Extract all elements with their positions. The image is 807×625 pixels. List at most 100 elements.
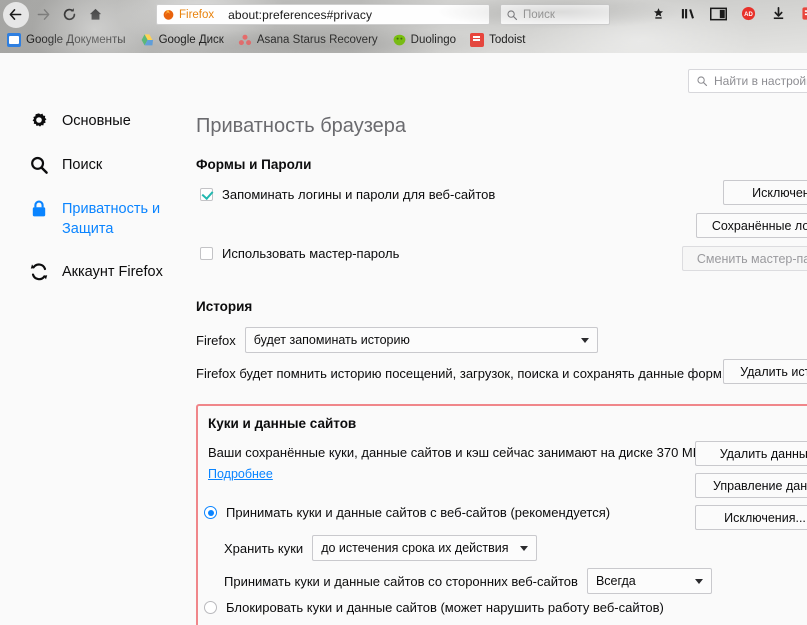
sidebar-item-privacy-security[interactable]: Приватность и Защита xyxy=(28,198,188,239)
chevron-down-icon xyxy=(520,546,529,551)
master-password-row[interactable]: Использовать мастер-пароль xyxy=(200,246,399,261)
bookmark-label: Todoist xyxy=(489,34,526,46)
sidebar-item-label: Аккаунт Firefox xyxy=(62,264,163,280)
keep-cookies-row[interactable]: Хранить куки до истечения срока их дейст… xyxy=(224,535,538,561)
asana-icon xyxy=(238,33,252,47)
bookmark-item-asana[interactable]: Asana Starus Recovery xyxy=(238,33,378,47)
chevron-down-icon xyxy=(694,579,703,584)
toolbar-search-placeholder: Поиск xyxy=(523,8,555,21)
bookmark-label: Google Документы xyxy=(26,34,126,46)
change-master-password-button: Сменить мастер-пароль... xyxy=(682,246,807,271)
cookies-exceptions-button[interactable]: Исключения... xyxy=(695,505,807,530)
third-party-cookies-select[interactable]: Всегда xyxy=(586,568,712,594)
history-description: Firefox будет помнить историю посещений,… xyxy=(196,366,726,381)
back-arrow-icon xyxy=(9,9,22,20)
identity-box[interactable]: Firefox xyxy=(162,8,221,21)
preferences-search-placeholder: Найти в настройках xyxy=(714,74,807,88)
downloads-icon[interactable] xyxy=(770,4,787,23)
home-button[interactable] xyxy=(84,3,107,26)
google-drive-icon xyxy=(140,33,154,47)
svg-text:AD: AD xyxy=(744,12,753,18)
reload-button[interactable] xyxy=(58,3,81,26)
accept-cookies-label: Принимать куки и данные сайтов с веб-сай… xyxy=(226,505,611,520)
lock-icon xyxy=(28,198,50,220)
third-party-cookies-label: Принимать куки и данные сайтов со сторон… xyxy=(224,573,578,589)
accept-cookies-radio-row[interactable]: Принимать куки и данные сайтов с веб-сай… xyxy=(204,505,610,520)
search-icon xyxy=(507,9,518,20)
chevron-down-icon xyxy=(580,338,589,343)
search-icon xyxy=(697,76,708,87)
duolingo-icon xyxy=(392,33,406,47)
preferences-sidebar: Основные Поиск Приватность и Защита Акка… xyxy=(28,110,188,305)
remember-logins-checkbox[interactable] xyxy=(200,188,213,201)
block-cookies-radio[interactable] xyxy=(204,601,217,614)
manage-data-button[interactable]: Управление данными... xyxy=(695,473,807,498)
master-password-checkbox[interactable] xyxy=(200,247,213,260)
sync-icon xyxy=(28,261,50,283)
preferences-page: Найти в настройках Основные xyxy=(0,53,807,625)
keep-cookies-value: до истечения срока их действия xyxy=(321,541,509,555)
history-mode-value: будет запоминать историю xyxy=(253,333,410,347)
firefox-preferences-screenshot: Firefox about:preferences#privacy Поиск xyxy=(0,0,807,625)
remember-logins-label: Запоминать логины и пароли для веб-сайто… xyxy=(222,187,496,202)
bookmark-item-duolingo[interactable]: Duolingo xyxy=(392,33,456,47)
section-heading-history: История xyxy=(196,299,253,314)
saved-logins-button[interactable]: Сохранённые логины... xyxy=(696,213,807,238)
bookmarks-toolbar: Google Документы Google Диск Asana Staru… xyxy=(0,29,807,51)
remember-logins-row[interactable]: Запоминать логины и пароли для веб-сайто… xyxy=(200,187,495,202)
toolbar-icon-group: AD xyxy=(650,4,807,23)
search-icon xyxy=(28,154,50,176)
library-icon[interactable] xyxy=(680,4,697,23)
clear-data-button[interactable]: Удалить данные... xyxy=(695,441,807,466)
address-bar[interactable]: Firefox about:preferences#privacy xyxy=(156,4,490,25)
bookmark-label: Google Диск xyxy=(158,34,224,46)
bookmark-star-icon[interactable] xyxy=(650,4,667,23)
todoist-icon xyxy=(470,33,485,47)
sidebar-item-label: Поиск xyxy=(62,157,103,173)
sidebar-item-search[interactable]: Поиск xyxy=(28,154,188,176)
sidebar-item-general[interactable]: Основные xyxy=(28,110,188,132)
master-password-label: Использовать мастер-пароль xyxy=(222,246,400,261)
bookmark-item-todoist[interactable]: Todoist xyxy=(470,33,526,47)
bookmark-label: Asana Starus Recovery xyxy=(256,34,378,46)
preferences-search-input[interactable]: Найти в настройках xyxy=(688,69,807,93)
forward-button[interactable] xyxy=(32,3,55,26)
accept-cookies-radio[interactable] xyxy=(204,506,217,519)
reload-icon xyxy=(63,8,76,21)
section-heading-forms-passwords: Формы и Пароли xyxy=(196,157,312,172)
gear-icon xyxy=(28,110,50,132)
navigation-toolbar: Firefox about:preferences#privacy Поиск xyxy=(0,0,807,28)
sidebar-item-label: Приватность и Защита xyxy=(62,201,161,237)
back-button[interactable] xyxy=(3,2,29,28)
keep-cookies-select[interactable]: до истечения срока их действия xyxy=(312,535,538,561)
block-cookies-radio-row[interactable]: Блокировать куки и данные сайтов (может … xyxy=(204,600,664,615)
forms-exceptions-button[interactable]: Исключения... xyxy=(723,180,807,205)
bookmark-label: Duolingo xyxy=(410,34,457,46)
google-docs-icon xyxy=(7,33,21,47)
sidebar-item-firefox-account[interactable]: Аккаунт Firefox xyxy=(28,261,188,283)
third-party-cookies-row[interactable]: Принимать куки и данные сайтов со сторон… xyxy=(224,568,712,594)
history-prefix-label: Firefox xyxy=(196,332,236,348)
history-mode-select[interactable]: будет запоминать историю xyxy=(244,327,598,353)
page-title: Приватность браузера xyxy=(196,115,407,137)
cookies-usage-text: Ваши сохранённые куки, данные сайтов и к… xyxy=(208,445,705,460)
bookmark-item-google-drive[interactable]: Google Диск xyxy=(140,33,224,47)
block-cookies-label: Блокировать куки и данные сайтов (может … xyxy=(226,600,664,615)
bookmark-item-google-docs[interactable]: Google Документы xyxy=(7,33,126,47)
firefox-logo-icon xyxy=(163,9,174,20)
forward-arrow-icon xyxy=(37,9,50,20)
sidebar-item-label: Основные xyxy=(62,113,131,129)
cookies-learn-more-link[interactable]: Подробнее xyxy=(208,467,273,481)
keep-cookies-label: Хранить куки xyxy=(224,540,304,556)
history-mode-row[interactable]: Firefox будет запоминать историю xyxy=(196,327,598,353)
identity-label: Firefox xyxy=(179,8,215,21)
todoist-toolbar-icon[interactable] xyxy=(800,4,807,23)
section-heading-cookies: Куки и данные сайтов xyxy=(208,416,357,431)
browser-chrome: Firefox about:preferences#privacy Поиск xyxy=(0,0,807,53)
home-icon xyxy=(89,8,102,20)
clear-history-button[interactable]: Удалить историю... xyxy=(723,359,807,384)
adblock-icon[interactable]: AD xyxy=(740,4,757,23)
sidebar-icon[interactable] xyxy=(710,4,727,23)
url-text: about:preferences#privacy xyxy=(228,7,373,22)
toolbar-search-field[interactable]: Поиск xyxy=(500,4,610,25)
